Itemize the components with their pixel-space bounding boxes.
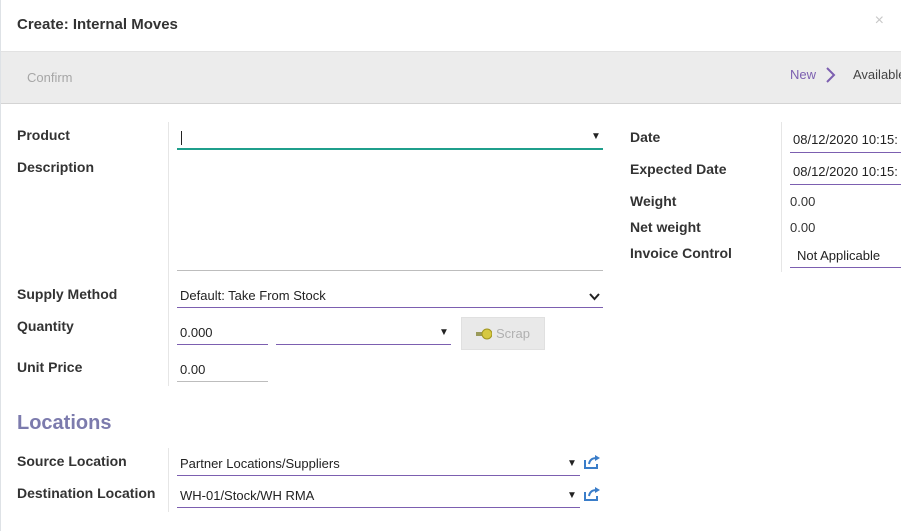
invoice-control-label: Invoice Control — [630, 245, 732, 261]
caret-down-icon[interactable]: ▼ — [439, 327, 449, 338]
unit-price-label: Unit Price — [17, 359, 83, 375]
description-label: Description — [17, 159, 95, 175]
label-divider-right — [781, 122, 782, 272]
create-internal-move-dialog: Create: Internal Moves × Confirm New Ava… — [0, 0, 901, 531]
date-label: Date — [630, 129, 661, 145]
external-link-icon[interactable] — [583, 486, 601, 502]
supply-method-select[interactable]: Default: Take From Stock — [177, 287, 603, 308]
expected-date-input[interactable]: 08/12/2020 10:15: — [790, 163, 901, 185]
caret-down-icon[interactable]: ▼ — [567, 490, 577, 501]
locations-section-title: Locations — [17, 412, 112, 434]
status-bar: Confirm New Available — [1, 52, 901, 104]
chevron-right-icon — [826, 67, 836, 83]
scrap-icon — [476, 328, 492, 340]
date-input[interactable]: 08/12/2020 10:15: — [790, 131, 901, 153]
description-textarea[interactable] — [177, 157, 603, 271]
product-label: Product — [17, 127, 70, 143]
scrap-label: Scrap — [496, 326, 530, 341]
label-divider-locations — [168, 448, 169, 512]
unit-price-input[interactable]: 0.00 — [177, 361, 268, 382]
dialog-title: Create: Internal Moves — [17, 16, 178, 33]
quantity-input[interactable]: 0.000 — [177, 324, 268, 345]
source-location-label: Source Location — [17, 453, 127, 469]
stage-available[interactable]: Available — [853, 67, 901, 83]
source-location-input[interactable]: Partner Locations/Suppliers — [177, 455, 580, 476]
expected-date-label: Expected Date — [630, 161, 727, 177]
net-weight-value: 0.00 — [790, 220, 816, 235]
caret-down-icon[interactable]: ▼ — [567, 458, 577, 469]
destination-location-input[interactable]: WH-01/Stock/WH RMA — [177, 487, 580, 508]
external-link-icon[interactable] — [583, 454, 601, 470]
confirm-button[interactable]: Confirm — [16, 67, 88, 89]
invoice-control-select[interactable]: Not Applicable — [790, 247, 901, 268]
close-icon[interactable]: × — [875, 12, 884, 30]
supply-method-label: Supply Method — [17, 286, 118, 302]
chevron-down-icon[interactable] — [589, 293, 600, 301]
weight-value: 0.00 — [790, 194, 816, 209]
caret-down-icon[interactable]: ▼ — [591, 131, 601, 142]
text-cursor — [181, 131, 182, 145]
uom-select[interactable] — [276, 324, 451, 345]
weight-label: Weight — [630, 193, 677, 209]
scrap-button[interactable]: Scrap — [461, 317, 545, 350]
net-weight-label: Net weight — [630, 219, 701, 235]
dialog-header: Create: Internal Moves × — [1, 0, 901, 52]
destination-location-label: Destination Location — [17, 485, 156, 501]
stage-new[interactable]: New — [790, 67, 816, 83]
product-input[interactable] — [177, 127, 603, 150]
label-divider — [168, 122, 169, 386]
quantity-label: Quantity — [17, 318, 74, 334]
